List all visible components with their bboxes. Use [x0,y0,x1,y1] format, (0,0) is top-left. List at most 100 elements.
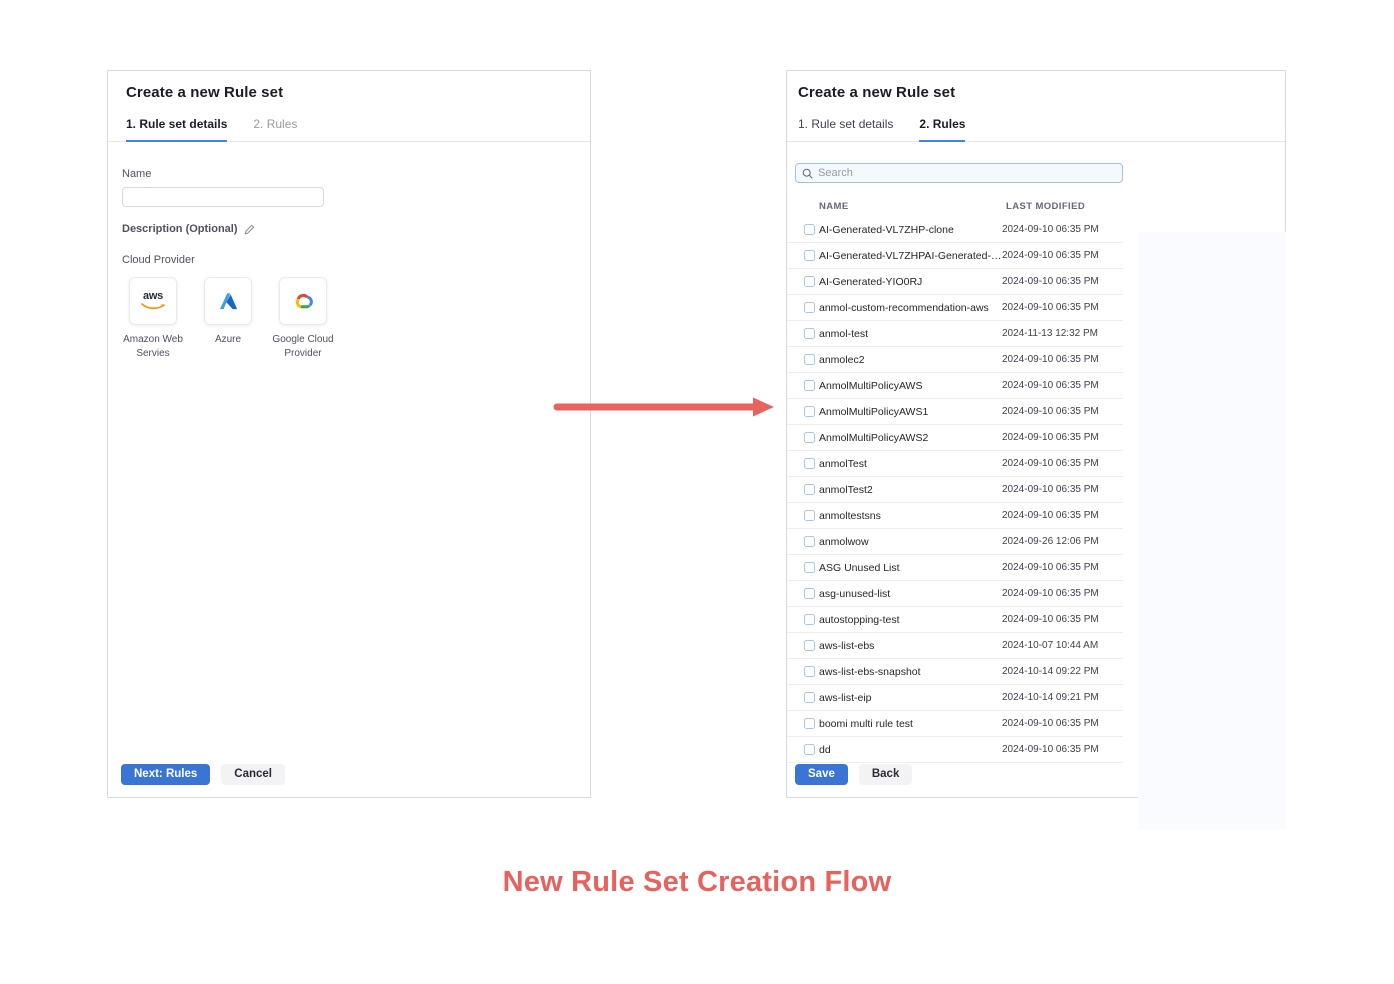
row-checkbox[interactable] [804,250,815,261]
rule-last-modified: 2024-09-10 06:35 PM [1002,614,1099,625]
table-row[interactable]: AI-Generated-VL7ZHP-clone 2024-09-10 06:… [787,217,1123,243]
rule-last-modified: 2024-09-10 06:35 PM [1002,432,1099,443]
rule-name: anmol-custom-recommendation-aws [819,302,1002,314]
dialog-title: Create a new Rule set [787,71,1285,101]
table-row[interactable]: dd 2024-09-10 06:35 PM [787,737,1123,763]
tab-rules[interactable]: 2. Rules [919,117,965,142]
cloud-provider-label: Cloud Provider [122,254,576,266]
table-row[interactable]: aws-list-ebs 2024-10-07 10:44 AM [787,633,1123,659]
cancel-button[interactable]: Cancel [221,764,285,785]
table-row[interactable]: AI-Generated-VL7ZHPAI-Generated-VL7ZHPAI… [787,243,1123,269]
search-box[interactable] [795,163,1123,183]
back-button[interactable]: Back [859,764,913,785]
column-header-last-modified: LAST MODIFIED [1006,201,1085,212]
rule-last-modified: 2024-09-10 06:35 PM [1002,276,1099,287]
rules-table-header: NAME LAST MODIFIED [787,195,1123,217]
rule-last-modified: 2024-09-10 06:35 PM [1002,354,1099,365]
rules-table: NAME LAST MODIFIED AI-Generated-VL7ZHP-c… [787,195,1123,763]
tab-rule-set-details[interactable]: 1. Rule set details [126,117,227,142]
dialog-tabs: 1. Rule set details 2. Rules [108,117,590,142]
rule-name: AI-Generated-VL7ZHPAI-Generated-VL7ZHPAI… [819,250,1002,262]
rule-name: AnmolMultiPolicyAWS1 [819,406,1002,418]
rule-set-form: Name Description (Optional) Cloud Provid… [108,142,590,360]
rule-name: aws-list-ebs-snapshot [819,666,1002,678]
azure-icon [217,290,240,313]
rule-name: asg-unused-list [819,588,1002,600]
rule-last-modified: 2024-09-10 06:35 PM [1002,250,1099,261]
rule-last-modified: 2024-09-10 06:35 PM [1002,224,1099,235]
provider-name: Amazon Web Servies [122,333,184,360]
table-row[interactable]: anmolec2 2024-09-10 06:35 PM [787,347,1123,373]
save-button[interactable]: Save [795,764,848,785]
row-checkbox[interactable] [804,354,815,365]
next-rules-button[interactable]: Next: Rules [121,764,210,785]
rule-last-modified: 2024-09-10 06:35 PM [1002,406,1099,417]
table-row[interactable]: autostopping-test 2024-09-10 06:35 PM [787,607,1123,633]
row-checkbox[interactable] [804,432,815,443]
row-checkbox[interactable] [804,380,815,391]
provider-option-azure[interactable]: Azure [197,277,259,360]
rule-name: anmolTest2 [819,484,1002,496]
row-checkbox[interactable] [804,458,815,469]
table-row[interactable]: anmolwow 2024-09-26 12:06 PM [787,529,1123,555]
table-row[interactable]: AI-Generated-YIO0RJ 2024-09-10 06:35 PM [787,269,1123,295]
rule-name: anmolec2 [819,354,1002,366]
row-checkbox[interactable] [804,640,815,651]
row-checkbox[interactable] [804,536,815,547]
table-row[interactable]: aws-list-eip 2024-10-14 09:21 PM [787,685,1123,711]
edit-pencil-icon[interactable] [244,224,255,235]
rule-name: AnmolMultiPolicyAWS2 [819,432,1002,444]
table-row[interactable]: AnmolMultiPolicyAWS1 2024-09-10 06:35 PM [787,399,1123,425]
rule-name: boomi multi rule test [819,718,1002,730]
table-row[interactable]: boomi multi rule test 2024-09-10 06:35 P… [787,711,1123,737]
table-row[interactable]: anmol-test 2024-11-13 12:32 PM [787,321,1123,347]
dialog-tabs: 1. Rule set details 2. Rules [787,117,1285,142]
name-input[interactable] [122,187,324,207]
rule-last-modified: 2024-09-10 06:35 PM [1002,458,1099,469]
rule-last-modified: 2024-09-10 06:35 PM [1002,718,1099,729]
row-checkbox[interactable] [804,666,815,677]
row-checkbox[interactable] [804,224,815,235]
rules-table-body: AI-Generated-VL7ZHP-clone 2024-09-10 06:… [787,217,1123,763]
tab-rules[interactable]: 2. Rules [253,117,297,141]
row-checkbox[interactable] [804,562,815,573]
row-checkbox[interactable] [804,692,815,703]
table-row[interactable]: aws-list-ebs-snapshot 2024-10-14 09:22 P… [787,659,1123,685]
row-checkbox[interactable] [804,406,815,417]
create-rule-set-dialog-step1: Create a new Rule set 1. Rule set detail… [107,70,591,798]
rule-last-modified: 2024-09-10 06:35 PM [1002,510,1099,521]
rule-name: aws-list-ebs [819,640,1002,652]
tab-rule-set-details[interactable]: 1. Rule set details [798,117,893,141]
table-row[interactable]: anmolTest2 2024-09-10 06:35 PM [787,477,1123,503]
row-checkbox[interactable] [804,614,815,625]
provider-option-gcp[interactable]: Google Cloud Provider [272,277,334,360]
provider-option-aws[interactable]: aws Amazon Web Servies [122,277,184,360]
dialog-title: Create a new Rule set [108,71,590,101]
aws-icon: aws [139,291,167,311]
row-checkbox[interactable] [804,302,815,313]
rule-name: anmoltestsns [819,510,1002,522]
row-checkbox[interactable] [804,744,815,755]
rule-name: AnmolMultiPolicyAWS [819,380,1002,392]
row-checkbox[interactable] [804,510,815,521]
table-row[interactable]: AnmolMultiPolicyAWS2 2024-09-10 06:35 PM [787,425,1123,451]
rule-last-modified: 2024-09-10 06:35 PM [1002,380,1099,391]
rule-name: anmol-test [819,328,1002,340]
cloud-provider-options: aws Amazon Web Servies Az [122,277,576,360]
flow-arrow-icon [553,396,777,423]
table-row[interactable]: anmolTest 2024-09-10 06:35 PM [787,451,1123,477]
table-row[interactable]: anmoltestsns 2024-09-10 06:35 PM [787,503,1123,529]
row-checkbox[interactable] [804,328,815,339]
row-checkbox[interactable] [804,718,815,729]
table-row[interactable]: anmol-custom-recommendation-aws 2024-09-… [787,295,1123,321]
table-row[interactable]: ASG Unused List 2024-09-10 06:35 PM [787,555,1123,581]
rule-name: autostopping-test [819,614,1002,626]
table-row[interactable]: AnmolMultiPolicyAWS 2024-09-10 06:35 PM [787,373,1123,399]
row-checkbox[interactable] [804,588,815,599]
table-row[interactable]: asg-unused-list 2024-09-10 06:35 PM [787,581,1123,607]
search-input[interactable] [818,167,1116,179]
rule-last-modified: 2024-09-10 06:35 PM [1002,588,1099,599]
row-checkbox[interactable] [804,484,815,495]
row-checkbox[interactable] [804,276,815,287]
rule-name: anmolwow [819,536,1002,548]
